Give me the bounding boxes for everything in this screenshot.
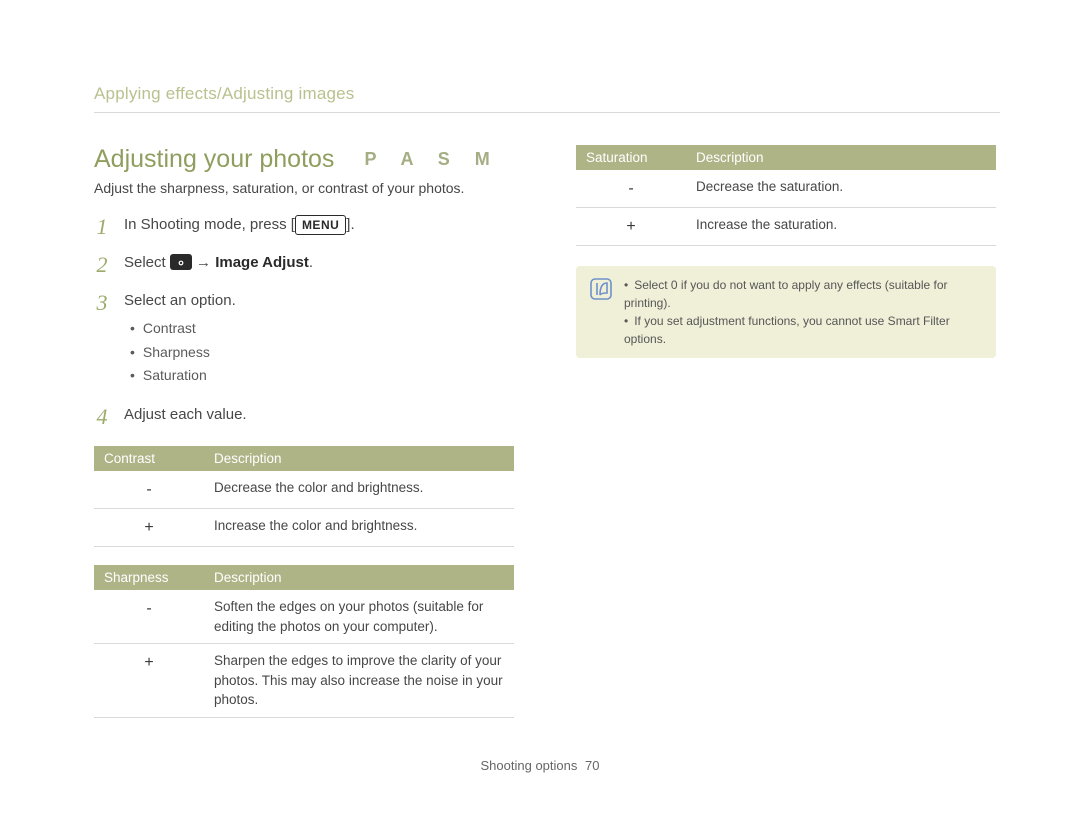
sharpness-header-desc: Description: [204, 565, 514, 590]
breadcrumb: Applying effects/Adjusting images: [94, 84, 1000, 113]
content-columns: Adjusting your photos P A S M Adjust the…: [94, 145, 1000, 736]
step2-post: .: [309, 254, 313, 271]
right-column: Saturation Description - Decrease the sa…: [576, 145, 996, 358]
step-3: 3 Select an option. Contrast Sharpness S…: [94, 290, 514, 390]
contrast-minus-key: -: [94, 471, 204, 509]
saturation-minus-key: -: [576, 170, 686, 208]
camera-icon: [170, 254, 192, 270]
note-icon: [590, 278, 612, 305]
mode-letters: P A S M: [364, 149, 499, 170]
note-box: Select 0 if you do not want to apply any…: [576, 266, 996, 358]
sharpness-plus-key: +: [94, 644, 204, 718]
footer-section: Shooting options: [481, 758, 578, 773]
step2-bold: Image Adjust: [215, 254, 309, 271]
contrast-table: Contrast Description - Decrease the colo…: [94, 446, 514, 547]
step-number: 1: [94, 216, 110, 238]
sharpness-minus-key: -: [94, 590, 204, 644]
saturation-header-desc: Description: [686, 145, 996, 170]
table-row: - Decrease the color and brightness.: [94, 471, 514, 509]
contrast-header-key: Contrast: [94, 446, 204, 471]
option-saturation: Saturation: [130, 366, 514, 386]
contrast-plus-key: +: [94, 508, 204, 546]
subtitle-text: Adjust the sharpness, saturation, or con…: [94, 180, 514, 196]
note-list: Select 0 if you do not want to apply any…: [624, 276, 982, 348]
step-body: Adjust each value.: [124, 404, 514, 425]
saturation-header-key: Saturation: [576, 145, 686, 170]
step-number: 3: [94, 292, 110, 314]
step-number: 4: [94, 406, 110, 428]
step-body: Select → Image Adjust.: [124, 252, 514, 273]
step-list: 1 In Shooting mode, press [MENU]. 2 Sele…: [94, 214, 514, 428]
table-row: - Decrease the saturation.: [576, 170, 996, 208]
step-number: 2: [94, 254, 110, 276]
saturation-plus-key: +: [576, 208, 686, 246]
sharpness-plus-desc: Sharpen the edges to improve the clarity…: [204, 644, 514, 718]
sharpness-header-key: Sharpness: [94, 565, 204, 590]
step-body: Select an option. Contrast Sharpness Sat…: [124, 290, 514, 390]
saturation-plus-desc: Increase the saturation.: [686, 208, 996, 246]
title-text: Adjusting your photos: [94, 145, 334, 174]
step-body: In Shooting mode, press [MENU].: [124, 214, 514, 235]
table-row: - Soften the edges on your photos (suita…: [94, 590, 514, 644]
table-row: + Increase the color and brightness.: [94, 508, 514, 546]
step3-text: Select an option.: [124, 292, 236, 309]
sharpness-table: Sharpness Description - Soften the edges…: [94, 565, 514, 718]
note-line-2: If you set adjustment functions, you can…: [624, 312, 982, 348]
step-4: 4 Adjust each value.: [94, 404, 514, 428]
contrast-header-desc: Description: [204, 446, 514, 471]
step2-pre: Select: [124, 254, 170, 271]
saturation-table: Saturation Description - Decrease the sa…: [576, 145, 996, 246]
step-1: 1 In Shooting mode, press [MENU].: [94, 214, 514, 238]
contrast-minus-desc: Decrease the color and brightness.: [204, 471, 514, 509]
table-row: + Sharpen the edges to improve the clari…: [94, 644, 514, 718]
menu-button-label: MENU: [295, 215, 346, 235]
note-line-1: Select 0 if you do not want to apply any…: [624, 276, 982, 312]
left-column: Adjusting your photos P A S M Adjust the…: [94, 145, 514, 736]
step2-arrow: →: [192, 254, 215, 271]
contrast-plus-desc: Increase the color and brightness.: [204, 508, 514, 546]
page-footer: Shooting options 70: [0, 758, 1080, 773]
step1-post: ].: [346, 216, 354, 233]
saturation-minus-desc: Decrease the saturation.: [686, 170, 996, 208]
option-sharpness: Sharpness: [130, 343, 514, 363]
option-bullets: Contrast Sharpness Saturation: [130, 319, 514, 386]
step1-pre: In Shooting mode, press [: [124, 216, 295, 233]
step-2: 2 Select → Image Adjust.: [94, 252, 514, 276]
sharpness-minus-desc: Soften the edges on your photos (suitabl…: [204, 590, 514, 644]
table-row: + Increase the saturation.: [576, 208, 996, 246]
option-contrast: Contrast: [130, 319, 514, 339]
page-title: Adjusting your photos P A S M: [94, 145, 514, 174]
footer-page-number: 70: [585, 758, 599, 773]
manual-page: Applying effects/Adjusting images Adjust…: [0, 0, 1080, 815]
